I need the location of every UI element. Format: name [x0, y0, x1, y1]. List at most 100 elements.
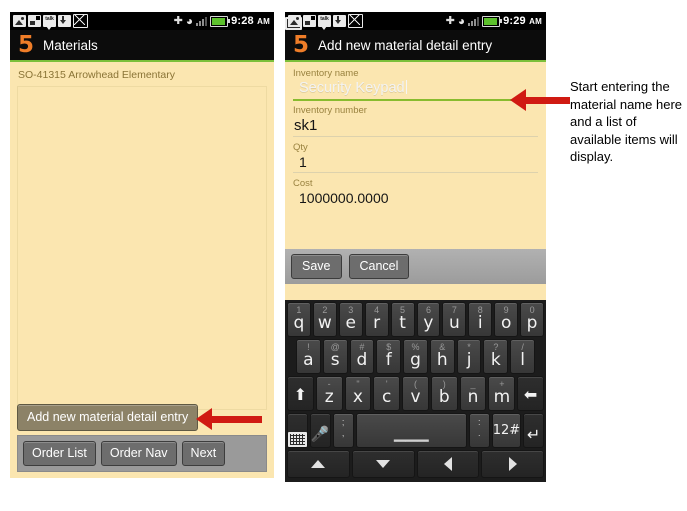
keyboard-row-1: 1q 2w 3e 4r 5t 6y 7u 8i 9o 0p — [286, 302, 545, 337]
key-label: k — [490, 350, 501, 370]
key-label: g — [410, 350, 421, 370]
inventory-name-field[interactable]: Security Keypad — [293, 80, 538, 101]
next-button[interactable]: Next — [181, 441, 226, 466]
enter-icon[interactable]: ↵ — [523, 413, 545, 448]
symbols-key[interactable]: 12# — [491, 413, 522, 448]
key-g[interactable]: % g — [403, 339, 428, 374]
order-list-button[interactable]: Order List — [23, 441, 96, 466]
key-m[interactable]: + m — [488, 376, 516, 411]
key-sup: ( — [414, 379, 417, 389]
key-label: d — [356, 350, 368, 370]
key-sup: 3 — [348, 305, 354, 315]
keyboard-row-2: ! a @ s # d $ f % g & h * j ? k / l — [286, 339, 545, 374]
key-d[interactable]: # d — [349, 339, 375, 374]
key-c[interactable]: ' c — [373, 376, 401, 411]
key-sup: ? — [493, 342, 499, 352]
save-button[interactable]: Save — [291, 254, 342, 279]
key-sup: & — [439, 342, 446, 352]
keyboard-nav-row — [286, 450, 545, 478]
text-caret — [405, 80, 407, 94]
key-r[interactable]: 4r — [364, 302, 389, 337]
focus-underline — [293, 99, 538, 101]
keyboard-row-3: ⬆ -z " x ' c (v ) b _ n + m ⬅ — [286, 376, 545, 411]
right-arrow-icon[interactable] — [481, 450, 544, 478]
cost-field[interactable]: 1000000.0000 — [293, 190, 538, 206]
page-title: Materials — [43, 37, 98, 53]
time-meridiem: AM — [529, 17, 542, 26]
key-u[interactable]: 7u — [442, 302, 467, 337]
annotation-text: Start entering the material name here an… — [570, 79, 682, 164]
key-w[interactable]: 2w — [312, 302, 337, 337]
mail-icon — [73, 14, 88, 28]
key-n[interactable]: _ n — [459, 376, 487, 411]
backspace-icon[interactable]: ⬅ — [517, 376, 545, 411]
key-label: x — [352, 387, 363, 407]
key-label: q — [293, 313, 305, 333]
talk-icon: talk — [43, 15, 56, 30]
key-y[interactable]: 6y — [416, 302, 441, 337]
add-new-material-detail-entry-button[interactable]: Add new material detail entry — [17, 404, 199, 431]
key-sup: _ — [470, 379, 476, 389]
order-nav-button[interactable]: Order Nav — [100, 441, 177, 466]
key-x[interactable]: " x — [344, 376, 372, 411]
key-k[interactable]: ? k — [483, 339, 509, 374]
up-arrow-icon[interactable] — [287, 450, 350, 478]
key-b[interactable]: ) b — [430, 376, 458, 411]
key-sup: 4 — [374, 305, 380, 315]
key-e[interactable]: 3e — [338, 302, 363, 337]
key-o[interactable]: 9o — [494, 302, 519, 337]
key-j[interactable]: * j — [456, 339, 482, 374]
screenshot-icon — [28, 15, 41, 27]
keyboard-row-4: 🎤 ;, ▁▁▁ :. 12# ↵ — [286, 413, 545, 448]
key-i[interactable]: 8i — [468, 302, 493, 337]
key-label: , — [341, 428, 345, 438]
key-t[interactable]: 5t — [390, 302, 415, 337]
key-label: v — [410, 387, 421, 407]
key-label: w — [317, 313, 332, 333]
key-label: o — [500, 313, 512, 333]
cancel-button[interactable]: Cancel — [348, 254, 410, 279]
key-f[interactable]: $ f — [376, 339, 402, 374]
app-title-bar-left: 5 Materials — [10, 30, 274, 62]
space-bar[interactable]: ▁▁▁ — [355, 413, 467, 448]
inventory-number-label: Inventory number — [293, 105, 367, 116]
key-label: 12# — [492, 423, 521, 438]
key-label: l — [520, 350, 525, 370]
key-label: n — [467, 387, 479, 407]
down-arrow-icon[interactable] — [351, 450, 415, 478]
key-z[interactable]: -z — [315, 376, 343, 411]
key-period[interactable]: :. — [468, 413, 490, 448]
picture-icon — [13, 15, 26, 27]
annotation-arrow-to-inventory-name — [510, 89, 570, 111]
key-comma[interactable]: ;, — [332, 413, 354, 448]
key-v[interactable]: (v — [402, 376, 429, 411]
status-bar-right-icons-2: ✚ ◕ 9:29 AM — [446, 12, 542, 30]
key-a[interactable]: ! a — [295, 339, 321, 374]
key-label: y — [423, 313, 434, 333]
key-sup: ; — [341, 417, 345, 427]
status-bar-left: talk ✚ ◕ 9:28 AM — [10, 12, 274, 30]
status-bar-right-icons: ✚ ◕ 9:28 AM — [174, 12, 270, 30]
key-q[interactable]: 1q — [286, 302, 311, 337]
app-title-bar-right: 5 Add new material detail entry — [285, 30, 546, 62]
key-label: h — [436, 350, 448, 370]
key-p[interactable]: 0p — [520, 302, 545, 337]
key-sup: 0 — [529, 305, 535, 315]
key-label: e — [345, 313, 356, 333]
materials-list[interactable] — [17, 86, 267, 410]
nav-button-bar: Order List Order Nav Next — [17, 435, 267, 472]
microphone-icon[interactable]: 🎤 — [309, 413, 331, 448]
key-label: i — [477, 313, 483, 333]
shift-icon[interactable]: ⬆ — [286, 376, 314, 411]
key-label: b — [438, 387, 450, 407]
wifi-icon: ◕ — [185, 14, 194, 28]
key-h[interactable]: & h — [429, 339, 455, 374]
key-l[interactable]: / l — [510, 339, 536, 374]
qty-field[interactable]: 1 — [293, 154, 538, 173]
key-s[interactable]: @ s — [322, 339, 348, 374]
key-sup: : — [478, 417, 481, 427]
keyboard-switch-icon[interactable] — [286, 413, 308, 448]
key-sup: - — [327, 379, 331, 389]
inventory-number-field[interactable]: sk1 — [293, 117, 538, 137]
left-arrow-icon[interactable] — [416, 450, 480, 478]
